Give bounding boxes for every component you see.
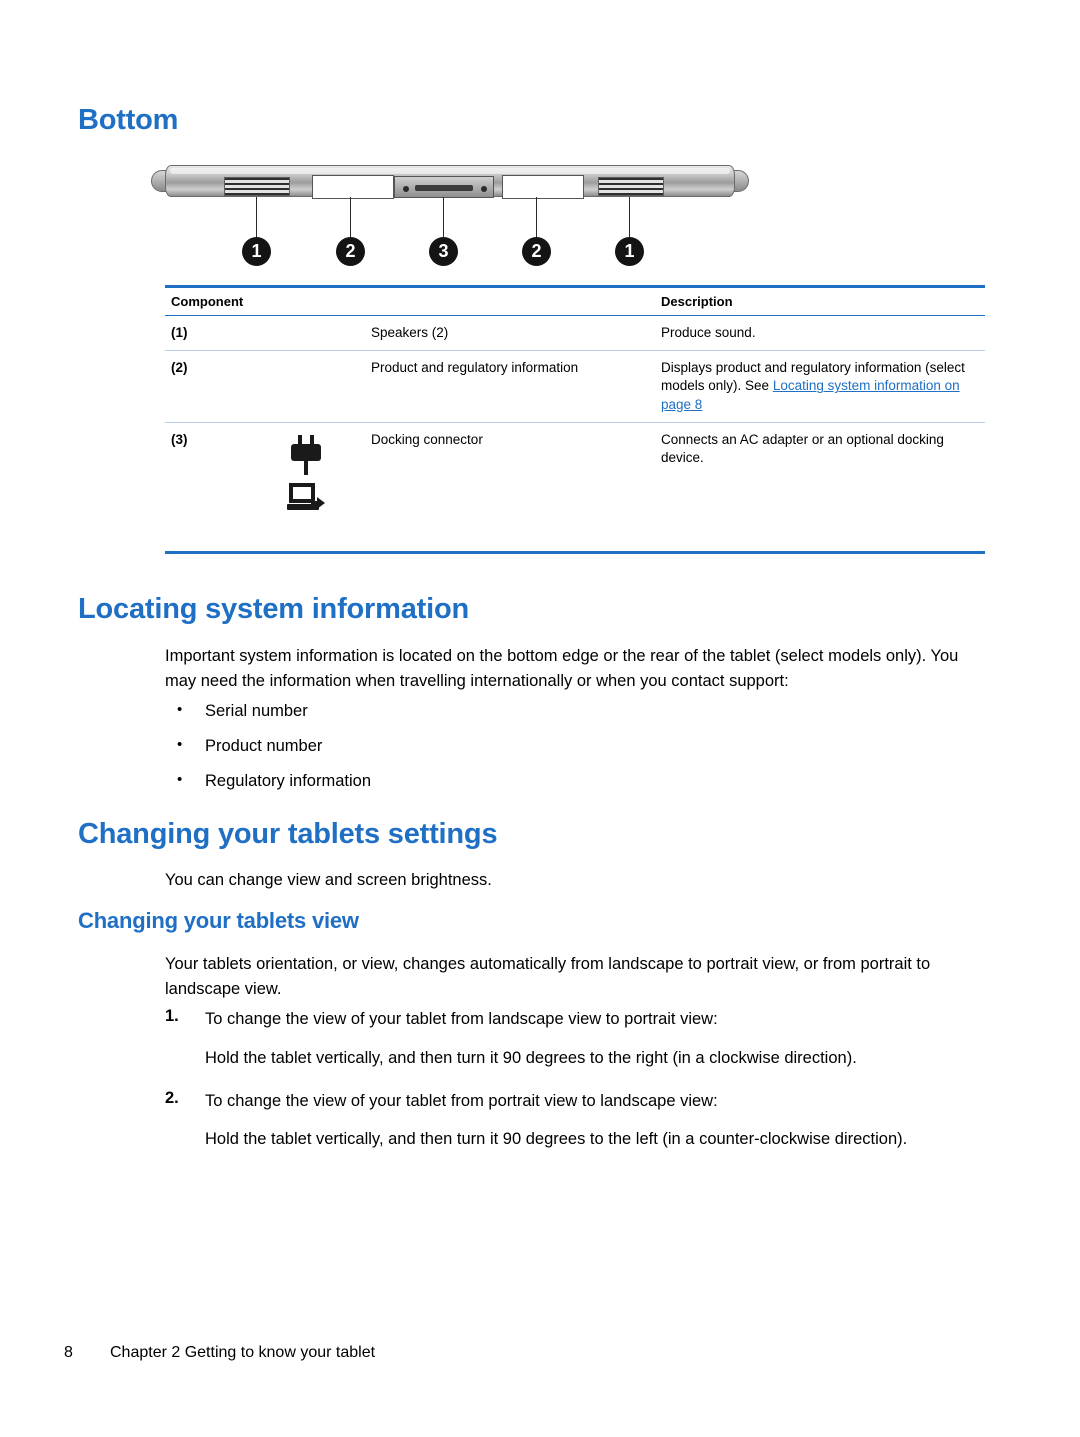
row-2-icon-cell xyxy=(223,350,365,423)
row-1-icon-cell xyxy=(223,315,365,352)
document-page: Bottom 1 2 3 2 1 Component Description (… xyxy=(0,0,1080,1437)
regulatory-label-left xyxy=(312,175,394,199)
step-2-marker: 2. xyxy=(165,1088,179,1107)
tablet-body xyxy=(165,165,735,199)
settings-paragraph: You can change view and screen brightnes… xyxy=(165,871,492,889)
callout-2b: 2 xyxy=(522,237,551,266)
locating-paragraph: Important system information is located … xyxy=(165,647,959,690)
table-row: (3) Docking connector Connects an AC ada… xyxy=(165,422,985,531)
callout-3: 3 xyxy=(429,237,458,266)
view-paragraph: Your tablets orientation, or view, chang… xyxy=(165,955,931,998)
row-1-description: Produce sound. xyxy=(655,315,985,352)
speaker-grill-right-icon xyxy=(598,177,664,196)
leader-line-2 xyxy=(350,197,351,237)
row-3-component-name: Docking connector xyxy=(371,431,483,447)
callout-1b: 1 xyxy=(615,237,644,266)
footer-page-number: 8 xyxy=(64,1344,73,1361)
leader-line-1 xyxy=(256,197,257,237)
dock-dot-left-icon xyxy=(403,186,409,192)
leader-line-5 xyxy=(629,197,630,237)
row-1-number: (1) xyxy=(165,315,223,352)
page-footer: 8 Chapter 2 Getting to know your tablet xyxy=(64,1344,375,1362)
row-3-description: Connects an AC adapter or an optional do… xyxy=(661,431,944,466)
speaker-grill-left-icon xyxy=(224,177,290,196)
list-item: Regulatory information xyxy=(165,769,865,794)
docking-station-icon xyxy=(287,482,327,515)
row-2-description: Displays product and regulatory informat… xyxy=(655,350,985,423)
docking-connector-illustration xyxy=(394,176,494,198)
view-steps-list: 1. To change the view of your tablet fro… xyxy=(165,1007,995,1170)
table-row: (1) Speakers (2) Produce sound. xyxy=(165,315,985,352)
table-header-row: Component Description xyxy=(165,288,985,316)
leader-line-3 xyxy=(443,197,444,237)
regulatory-label-right xyxy=(502,175,584,199)
callout-2a: 2 xyxy=(336,237,365,266)
dock-dot-right-icon xyxy=(481,186,487,192)
column-header-component: Component xyxy=(165,288,655,316)
step-1-detail: Hold the tablet vertically, and then tur… xyxy=(205,1048,857,1067)
row-3-number: (3) xyxy=(171,431,188,447)
step-2-text: To change the view of your tablet from p… xyxy=(205,1091,718,1110)
callout-1a: 1 xyxy=(242,237,271,266)
list-item: 2. To change the view of your tablet fro… xyxy=(165,1089,995,1114)
row-2-number: (2) xyxy=(165,350,223,423)
step-2-detail: Hold the tablet vertically, and then tur… xyxy=(205,1130,908,1149)
subsection-heading-changing-view: Changing your tablets view xyxy=(78,908,359,933)
section-heading-locating: Locating system information xyxy=(78,593,469,625)
footer-chapter-title: Chapter 2 Getting to know your tablet xyxy=(110,1344,376,1361)
list-item: Serial number xyxy=(165,699,865,724)
dock-slot xyxy=(415,185,473,191)
table-row: (2) Product and regulatory information D… xyxy=(165,350,985,423)
step-1-text: To change the view of your tablet from l… xyxy=(205,1010,718,1028)
row-1-component-name: Speakers (2) xyxy=(365,315,655,352)
list-item: 1. To change the view of your tablet fro… xyxy=(165,1007,995,1032)
locating-bullet-list: Serial number Product number Regulatory … xyxy=(165,699,865,805)
leader-line-4 xyxy=(536,197,537,237)
column-header-description: Description xyxy=(655,288,985,316)
section-heading-changing-settings: Changing your tablets settings xyxy=(78,818,498,850)
step-1-marker: 1. xyxy=(165,1007,179,1025)
components-table: Component Description (1) Speakers (2) P… xyxy=(165,285,985,531)
list-item: Product number xyxy=(165,734,865,759)
tablet-bottom-illustration: 1 2 3 2 1 xyxy=(151,160,749,275)
power-plug-icon xyxy=(289,434,323,475)
row-2-component-name: Product and regulatory information xyxy=(365,350,655,423)
row-2-page-number: 8 xyxy=(691,396,703,412)
row-3-icons xyxy=(229,431,359,523)
table-bottom-rule xyxy=(165,551,985,554)
row-3-icon-cell xyxy=(223,422,365,531)
page-title-bottom: Bottom xyxy=(78,104,179,136)
